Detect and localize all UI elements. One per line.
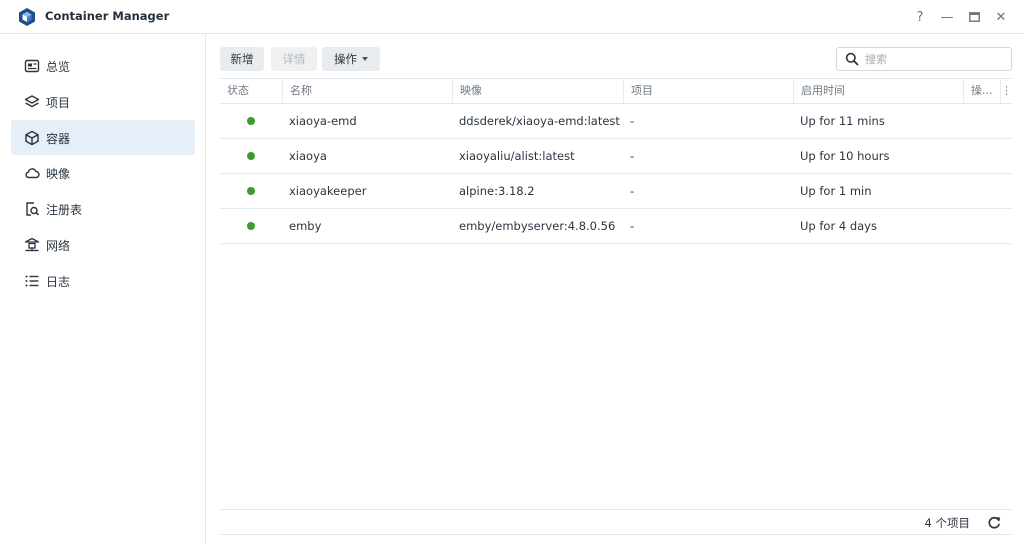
container-image: emby/embyserver:4.8.0.56: [459, 219, 616, 233]
sidebar-item-label: 注册表: [46, 203, 83, 217]
table-row[interactable]: xiaoya xiaoyaliu/alist:latest - Up for 1…: [220, 139, 1012, 174]
container-name: xiaoya: [289, 149, 327, 163]
sidebar-item-label: 映像: [46, 167, 71, 181]
sidebar-item-label: 项目: [46, 96, 71, 110]
container-project: -: [630, 114, 635, 128]
column-header-uptime[interactable]: 启用时间: [793, 79, 963, 103]
sidebar-item-network[interactable]: 网络: [11, 227, 195, 262]
sidebar-item-label: 网络: [46, 239, 71, 253]
maximize-icon: [968, 12, 980, 22]
title-bar: Container Manager ? — ✕: [0, 0, 1024, 34]
actions-dropdown-button[interactable]: 操作: [322, 47, 380, 71]
item-count: 4 个项目: [924, 516, 970, 530]
container-project: -: [630, 184, 635, 198]
container-uptime: Up for 4 days: [800, 219, 877, 233]
search-input[interactable]: [865, 50, 1005, 68]
sidebar-item-projects[interactable]: 项目: [11, 84, 195, 119]
sidebar: 总览 项目 容器 映像 注册表 网络 日志: [0, 34, 206, 544]
sidebar-item-logs[interactable]: 日志: [11, 263, 195, 298]
container-name: xiaoyakeeper: [289, 184, 367, 198]
close-button[interactable]: ✕: [992, 8, 1010, 26]
column-header-name[interactable]: 名称: [282, 79, 452, 103]
sidebar-item-label: 总览: [46, 60, 71, 74]
refresh-icon[interactable]: [986, 515, 1002, 531]
search-icon: [845, 52, 859, 66]
table-row[interactable]: emby emby/embyserver:4.8.0.56 - Up for 4…: [220, 209, 1012, 244]
app-window: Container Manager ? — ✕ 总览 项目 容器 映像 注册表 …: [0, 0, 1024, 544]
column-header-project[interactable]: 项目: [623, 79, 793, 103]
cloud-icon: [25, 168, 40, 179]
table-row[interactable]: xiaoya-emd ddsderek/xiaoya-emd:latest - …: [220, 104, 1012, 139]
container-uptime: Up for 11 mins: [800, 114, 885, 128]
container-name: emby: [289, 219, 322, 233]
container-manager-logo-icon: [19, 8, 35, 26]
column-header-actions[interactable]: 操...: [963, 79, 1000, 103]
status-running-icon: [247, 187, 255, 195]
container-project: -: [630, 219, 635, 233]
layers-icon: [24, 95, 40, 108]
column-options-icon[interactable]: ⋮: [1000, 79, 1012, 103]
container-project: -: [630, 149, 635, 163]
column-header-image[interactable]: 映像: [452, 79, 623, 103]
status-running-icon: [247, 117, 255, 125]
search-box[interactable]: [836, 47, 1012, 71]
column-header-status[interactable]: 状态: [220, 79, 282, 103]
add-button[interactable]: 新增: [220, 47, 264, 71]
app-title: Container Manager: [45, 9, 170, 23]
maximize-button[interactable]: [965, 8, 983, 26]
status-running-icon: [247, 222, 255, 230]
container-image: alpine:3.18.2: [459, 184, 535, 198]
overview-icon: [24, 59, 40, 73]
container-image: xiaoyaliu/alist:latest: [459, 149, 575, 163]
container-name: xiaoya-emd: [289, 114, 357, 128]
container-uptime: Up for 1 min: [800, 184, 872, 198]
sidebar-item-images[interactable]: 映像: [11, 155, 195, 190]
table-footer: 4 个项目: [220, 509, 1012, 535]
sidebar-item-overview[interactable]: 总览: [11, 48, 195, 83]
table-row[interactable]: xiaoyakeeper alpine:3.18.2 - Up for 1 mi…: [220, 174, 1012, 209]
sidebar-item-containers[interactable]: 容器: [11, 120, 195, 155]
actions-label: 操作: [334, 52, 357, 66]
help-button[interactable]: ?: [911, 8, 929, 26]
details-button[interactable]: 详情: [271, 47, 317, 71]
chevron-down-icon: [362, 57, 368, 61]
container-uptime: Up for 10 hours: [800, 149, 890, 163]
sidebar-item-registry[interactable]: 注册表: [11, 191, 195, 226]
minimize-button[interactable]: —: [938, 8, 956, 26]
registry-search-icon: [26, 202, 40, 216]
box-icon: [25, 130, 39, 146]
container-image: ddsderek/xiaoya-emd:latest: [459, 114, 620, 128]
status-running-icon: [247, 152, 255, 160]
table-header: 状态 名称 映像 项目 启用时间 操... ⋮: [220, 78, 1012, 104]
sidebar-item-label: 容器: [46, 132, 71, 146]
list-icon: [25, 275, 39, 287]
network-icon: [24, 237, 40, 252]
sidebar-item-label: 日志: [46, 275, 71, 289]
